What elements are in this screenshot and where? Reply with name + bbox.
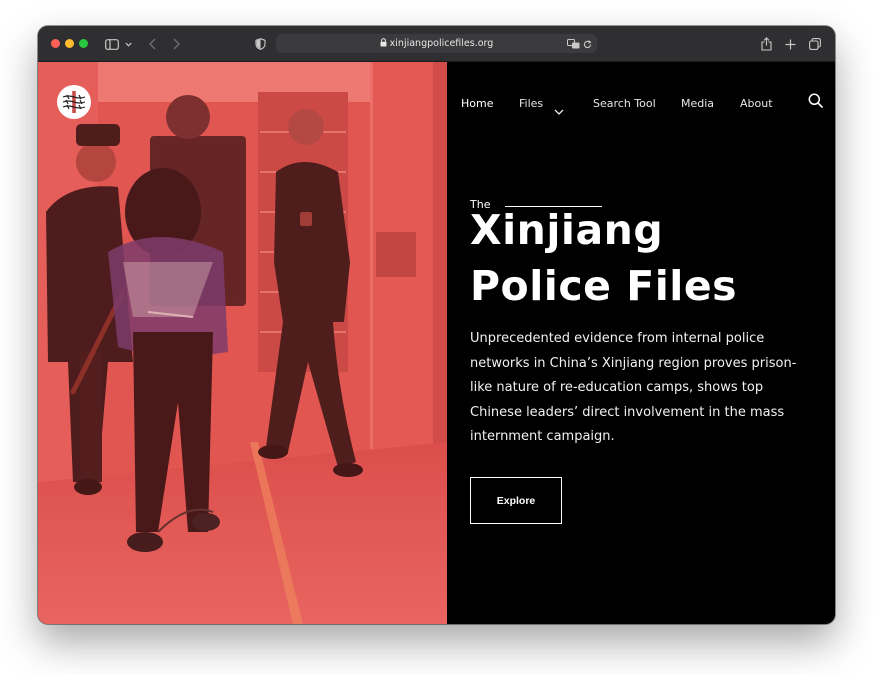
sidebar-icon[interactable] — [104, 35, 120, 53]
hero-description: Unprecedented evidence from internal pol… — [470, 331, 797, 444]
nav-files[interactable]: Files — [519, 96, 543, 112]
zoom-window-button[interactable] — [79, 39, 88, 48]
close-window-button[interactable] — [51, 39, 60, 48]
tabs-overview-icon[interactable] — [808, 35, 822, 53]
chevron-down-icon[interactable] — [554, 100, 564, 119]
address-text[interactable]: xinjiangpolicefiles.org — [276, 34, 597, 53]
title-line-2: Police Files — [470, 262, 738, 310]
barbed-wire-logo-icon — [60, 88, 88, 116]
address-bar[interactable]: xinjiangpolicefiles.org — [276, 34, 597, 53]
browser-toolbar: xinjiangpolicefiles.org — [38, 26, 835, 62]
page-title: Xinjiang Police Files — [470, 202, 810, 314]
site-logo[interactable] — [57, 85, 91, 119]
title-line-1: Xinjiang — [470, 206, 664, 254]
back-icon[interactable] — [146, 35, 158, 53]
chevron-down-icon[interactable] — [123, 35, 133, 53]
shield-icon[interactable] — [254, 35, 266, 53]
page-content: Home Files Search Tool Media About The X… — [38, 62, 835, 624]
hero-photo — [38, 62, 447, 624]
url-label: xinjiangpolicefiles.org — [389, 38, 494, 49]
lock-icon — [380, 35, 387, 54]
share-icon[interactable] — [759, 35, 773, 53]
nav-media[interactable]: Media — [681, 96, 714, 112]
nav-search-tool[interactable]: Search Tool — [593, 96, 656, 112]
minimize-window-button[interactable] — [65, 39, 74, 48]
nav-about[interactable]: About — [740, 96, 773, 112]
nav-home[interactable]: Home — [461, 96, 493, 112]
search-icon[interactable] — [808, 93, 823, 112]
forward-icon[interactable] — [170, 35, 182, 53]
reload-icon[interactable] — [582, 35, 592, 53]
translate-icon[interactable] — [566, 35, 580, 53]
explore-button[interactable]: Explore — [470, 477, 562, 524]
new-tab-icon[interactable] — [784, 35, 796, 53]
browser-window: xinjiangpolicefiles.org Home Files Searc… — [38, 26, 835, 624]
